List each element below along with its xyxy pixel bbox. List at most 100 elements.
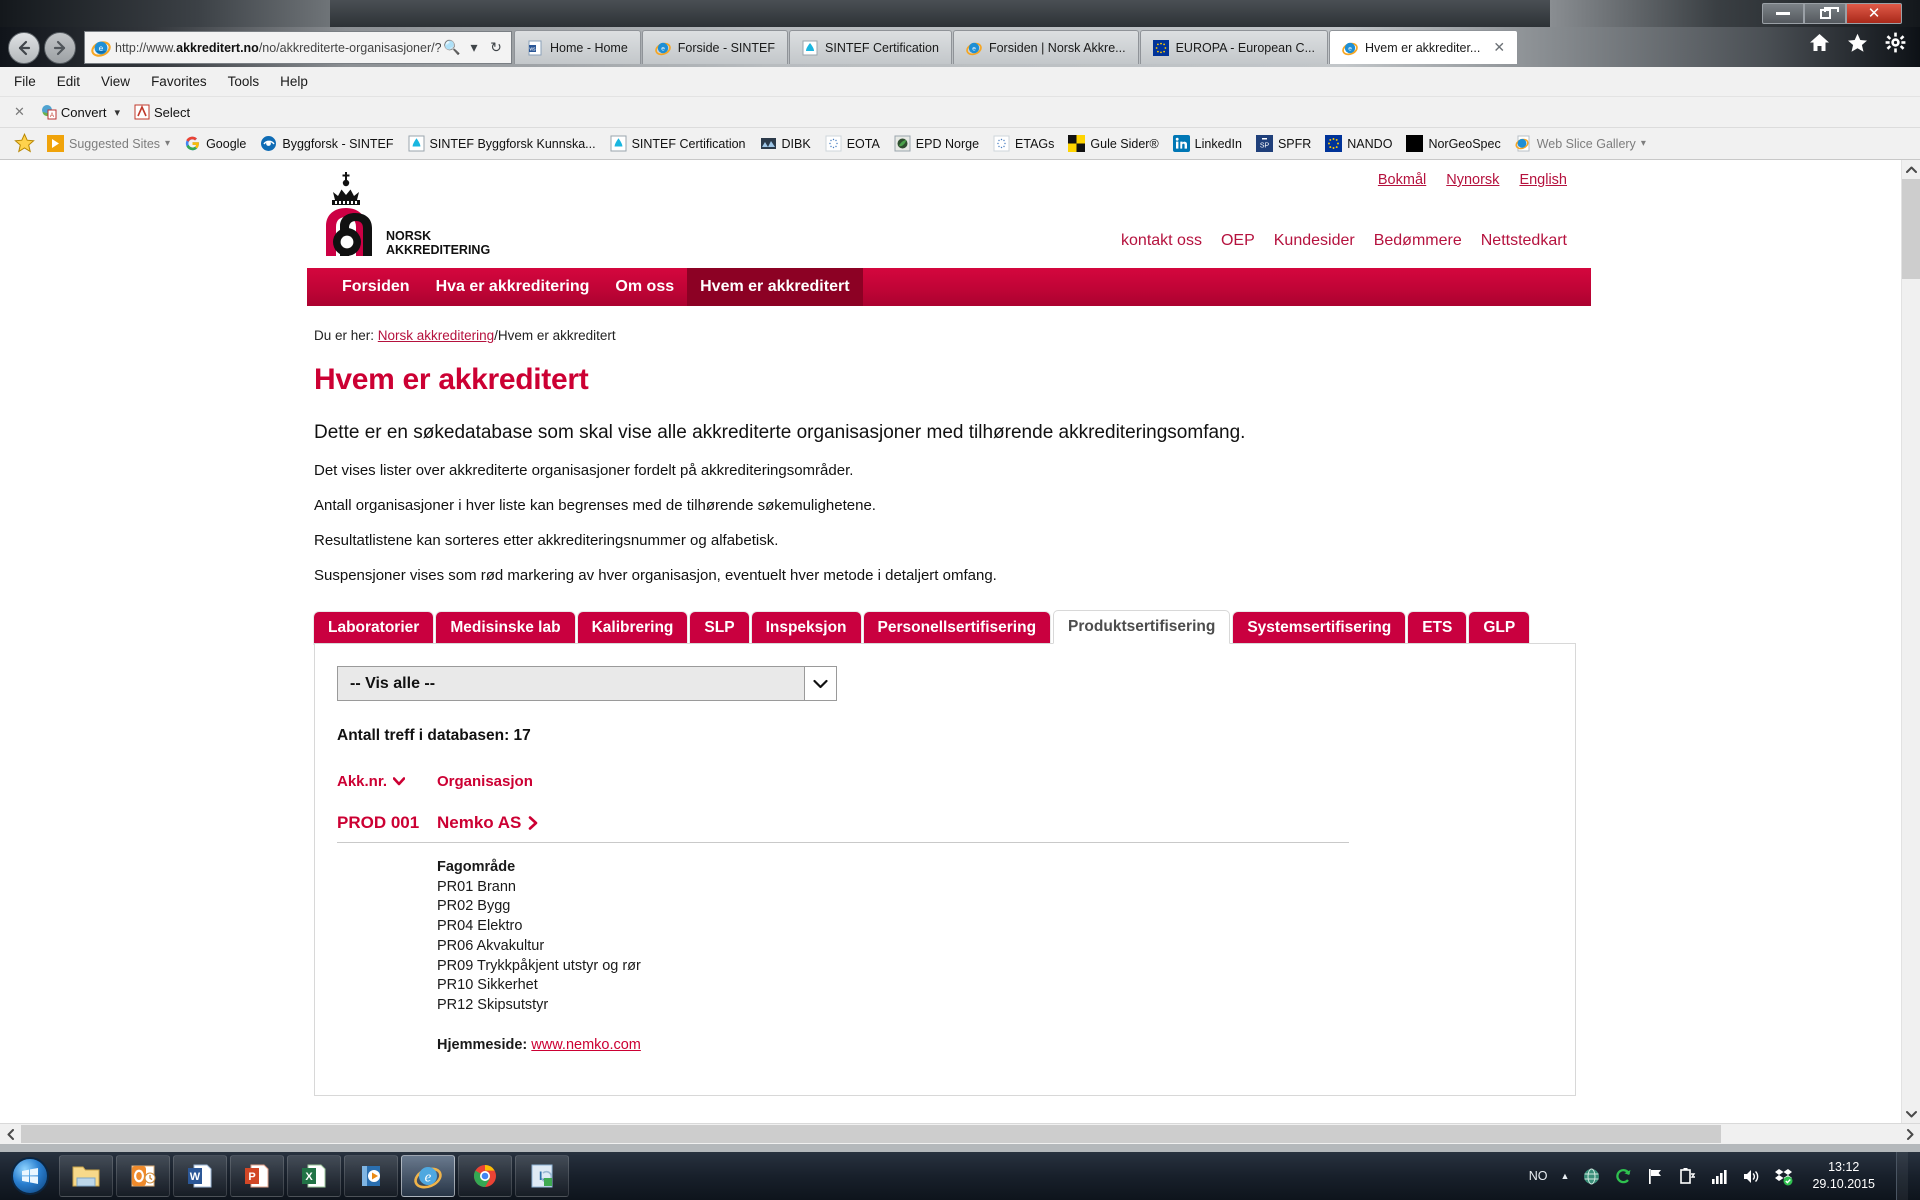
favorites-star-icon[interactable] (14, 133, 35, 154)
row-organisasjon[interactable]: Nemko AS (437, 813, 538, 833)
utilnav-oep[interactable]: OEP (1221, 232, 1255, 250)
taskbar-media-player[interactable] (344, 1155, 398, 1197)
menu-file[interactable]: File (14, 74, 36, 89)
tab-laboratorier[interactable]: Laboratorier (314, 612, 434, 644)
close-icon[interactable]: ✕ (1493, 39, 1505, 56)
browser-tab-europa[interactable]: EUROPA - European C... (1139, 30, 1329, 64)
home-icon[interactable] (1809, 33, 1830, 52)
browser-tab-sintef-certification[interactable]: SINTEF Certification (789, 30, 952, 64)
favitem-gule-sider[interactable]: Gule Sider® (1063, 135, 1163, 152)
chevron-down-icon[interactable] (804, 667, 836, 700)
tray-expand-icon[interactable]: ▲ (1561, 1171, 1570, 1181)
back-button[interactable] (8, 32, 40, 64)
utilnav-kontakt-oss[interactable]: kontakt oss (1121, 232, 1202, 250)
network-globe-icon[interactable] (1582, 1167, 1601, 1186)
tab-produktsertifisering[interactable]: Produktsertifisering (1053, 610, 1231, 644)
taskbar-powerpoint[interactable]: P (230, 1155, 284, 1197)
menu-view[interactable]: View (101, 74, 130, 89)
column-header-akk-nr[interactable]: Akk.nr. (337, 773, 437, 790)
tab-ets[interactable]: ETS (1408, 612, 1467, 644)
maximize-button[interactable] (1804, 3, 1846, 24)
nav-item-om-oss[interactable]: Om oss (602, 268, 687, 306)
detail-homepage-link[interactable]: www.nemko.com (531, 1037, 641, 1053)
dropbox-icon[interactable] (1774, 1167, 1793, 1186)
chevron-down-icon[interactable]: ▾ (463, 39, 485, 56)
favitem-norgeospec[interactable]: NorGeoSpec (1401, 135, 1505, 152)
favitem-spfr[interactable]: SP SPFR (1251, 135, 1316, 152)
favitem-eota[interactable]: EOTA (820, 135, 885, 152)
show-desktop-button[interactable] (1896, 1152, 1908, 1200)
forward-button[interactable] (44, 32, 76, 64)
favitem-etags[interactable]: ETAGs (988, 135, 1059, 152)
taskbar-internet-explorer[interactable]: e (401, 1155, 455, 1197)
favitem-web-slice-gallery[interactable]: Web Slice Gallery ▾ (1510, 135, 1651, 152)
taskbar-outlook[interactable] (116, 1155, 170, 1197)
settings-gear-icon[interactable] (1885, 32, 1906, 53)
close-toolbar-icon[interactable]: ✕ (14, 104, 25, 120)
favitem-sintef-certification[interactable]: SINTEF Certification (605, 135, 751, 152)
tray-language[interactable]: NO (1529, 1169, 1548, 1183)
browser-tab-home[interactable]: ws Home - Home (514, 30, 641, 64)
sync-icon[interactable] (1614, 1167, 1633, 1186)
battery-icon[interactable] (1678, 1167, 1697, 1186)
convert-caret-icon[interactable]: ▾ (114, 106, 120, 119)
favitem-epd-norge[interactable]: EPD Norge (889, 135, 984, 152)
select-button[interactable]: Select (134, 104, 190, 120)
favitem-byggforsk-sintef[interactable]: Byggforsk - SINTEF (255, 135, 398, 152)
scroll-up-button[interactable] (1902, 160, 1920, 179)
vertical-scrollbar[interactable] (1901, 160, 1920, 1123)
tab-medisinske-lab[interactable]: Medisinske lab (436, 612, 575, 644)
taskbar-clock[interactable]: 13:12 29.10.2015 (1806, 1159, 1875, 1193)
volume-icon[interactable] (1742, 1167, 1761, 1186)
utilnav-kundesider[interactable]: Kundesider (1274, 232, 1355, 250)
signal-icon[interactable] (1710, 1167, 1729, 1186)
tab-personellsertifisering[interactable]: Personellsertifisering (863, 612, 1051, 644)
flag-icon[interactable] (1646, 1167, 1665, 1186)
scroll-down-button[interactable] (1902, 1104, 1920, 1123)
norsk-akkreditering-logo[interactable]: NORSK AKKREDITERING (314, 168, 524, 264)
search-icon[interactable]: 🔍 (441, 39, 463, 56)
browser-tab-forside-sintef[interactable]: e Forside - SINTEF (641, 30, 789, 64)
favitem-dibk[interactable]: DIBK (755, 135, 816, 152)
browser-tab-hvem-er-akkreditert[interactable]: e Hvem er akkrediter... ✕ (1329, 30, 1519, 64)
breadcrumb-link-norsk-akkreditering[interactable]: Norsk akkreditering (378, 328, 494, 343)
scroll-thumb[interactable] (1902, 179, 1920, 279)
tab-systemsertifisering[interactable]: Systemsertifisering (1233, 612, 1406, 644)
taskbar-excel[interactable]: X (287, 1155, 341, 1197)
tab-kalibrering[interactable]: Kalibrering (577, 612, 688, 644)
scroll-right-button[interactable] (1899, 1124, 1920, 1144)
utilnav-nettstedkart[interactable]: Nettstedkart (1481, 232, 1567, 250)
minimize-button[interactable] (1762, 3, 1804, 24)
nav-item-hva-er-akkreditering[interactable]: Hva er akkreditering (423, 268, 603, 306)
lang-link-english[interactable]: English (1519, 172, 1567, 188)
refresh-icon[interactable]: ↻ (485, 39, 507, 56)
taskbar-windows-explorer[interactable] (59, 1155, 113, 1197)
column-header-organisasjon[interactable]: Organisasjon (437, 773, 533, 790)
utilnav-bedommere[interactable]: Bedømmere (1374, 232, 1462, 250)
taskbar-word[interactable]: W (173, 1155, 227, 1197)
favitem-google[interactable]: Google (179, 135, 251, 152)
nav-item-forsiden[interactable]: Forsiden (329, 268, 423, 306)
taskbar-lync[interactable]: L (515, 1155, 569, 1197)
address-bar[interactable]: e http://www.akkreditert.no/no/akkredite… (84, 31, 512, 64)
filter-select[interactable]: -- Vis alle -- (337, 666, 837, 701)
nav-item-hvem-er-akkreditert[interactable]: Hvem er akkreditert (687, 268, 863, 306)
lang-link-nynorsk[interactable]: Nynorsk (1446, 172, 1499, 188)
favitem-suggested-sites[interactable]: Suggested Sites ▾ (42, 135, 175, 152)
tab-glp[interactable]: GLP (1469, 612, 1530, 644)
menu-help[interactable]: Help (280, 74, 308, 89)
favorites-star-icon[interactable] (1847, 33, 1868, 53)
horizontal-scrollbar[interactable] (0, 1123, 1920, 1144)
lang-link-bokmal[interactable]: Bokmål (1378, 172, 1426, 188)
start-button[interactable] (4, 1154, 56, 1198)
convert-button[interactable]: A Convert (41, 104, 106, 120)
table-row[interactable]: PROD 001 Nemko AS (337, 813, 1349, 843)
favitem-linkedin[interactable]: LinkedIn (1168, 135, 1247, 152)
favitem-nando[interactable]: NANDO (1320, 135, 1397, 152)
menu-edit[interactable]: Edit (57, 74, 80, 89)
tab-slp[interactable]: SLP (690, 612, 749, 644)
menu-tools[interactable]: Tools (228, 74, 260, 89)
scroll-left-button[interactable] (0, 1124, 21, 1144)
scroll-thumb-horizontal[interactable] (21, 1125, 1721, 1143)
browser-tab-forsiden-norsk-akkreditering[interactable]: e Forsiden | Norsk Akkre... (952, 30, 1139, 64)
